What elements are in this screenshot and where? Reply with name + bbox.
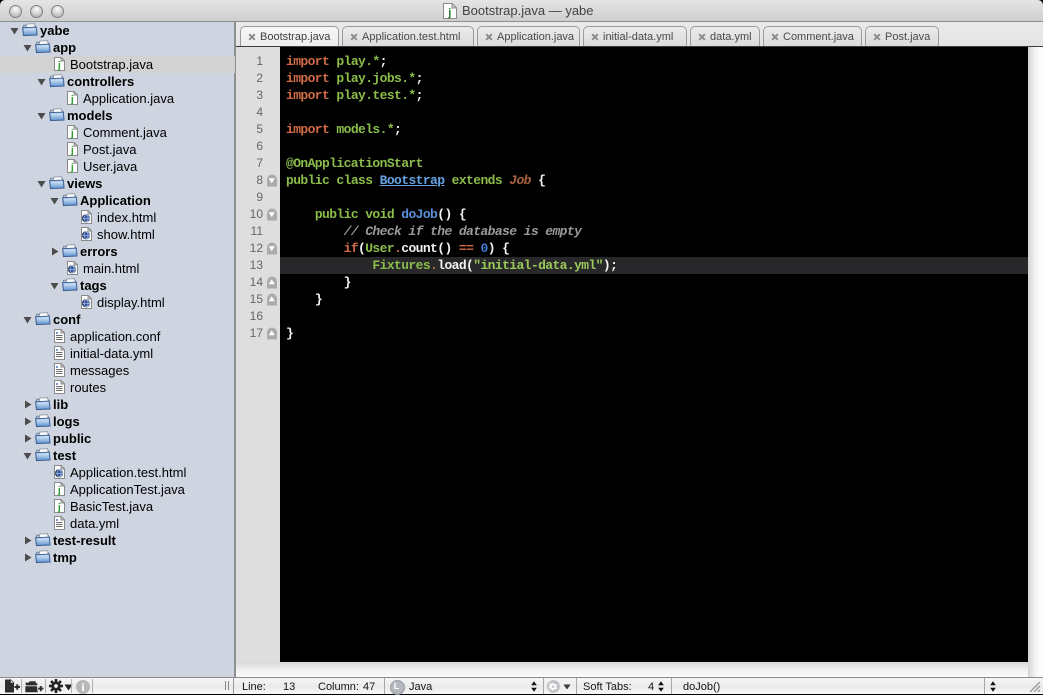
svg-text:j: j	[447, 7, 451, 19]
svg-text:j: j	[57, 59, 61, 71]
svg-text:j: j	[57, 484, 61, 496]
svg-text:j: j	[70, 127, 74, 139]
svg-text:j: j	[57, 501, 61, 513]
svg-text:j: j	[70, 93, 74, 105]
svg-text:j: j	[70, 161, 74, 173]
svg-text:j: j	[70, 144, 74, 156]
